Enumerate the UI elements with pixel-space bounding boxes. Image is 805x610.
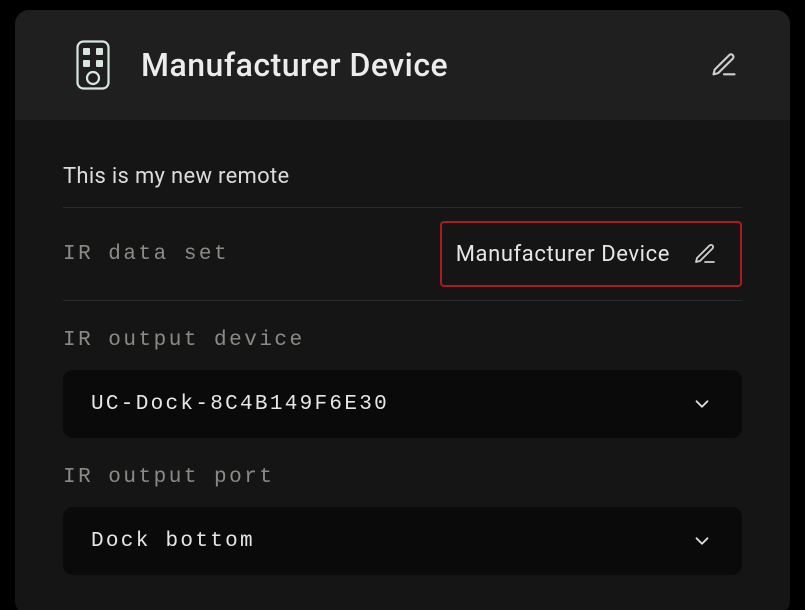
chevron-down-icon — [690, 529, 714, 553]
output-device-select[interactable]: UC-Dock-8C4B149F6E30 — [63, 370, 742, 438]
remote-device-icon — [75, 41, 111, 89]
row-ir-data-set: IR data set Manufacturer Device — [63, 208, 742, 300]
panel-header: Manufacturer Device — [15, 10, 790, 120]
device-settings-panel: Manufacturer Device This is my new remot… — [15, 10, 790, 610]
device-description: This is my new remote — [63, 150, 742, 207]
panel-title: Manufacturer Device — [111, 46, 698, 84]
panel-body: This is my new remote IR data set Manufa… — [15, 120, 790, 610]
row-output-port: IR output port Dock bottom — [63, 438, 742, 575]
output-port-label: IR output port — [63, 466, 274, 489]
output-port-select[interactable]: Dock bottom — [63, 507, 742, 575]
ir-data-set-value-box[interactable]: Manufacturer Device — [440, 221, 742, 287]
chevron-down-icon — [690, 392, 714, 416]
output-device-label: IR output device — [63, 329, 305, 352]
row-output-device: IR output device UC-Dock-8C4B149F6E30 — [63, 301, 742, 438]
output-device-selected: UC-Dock-8C4B149F6E30 — [91, 393, 389, 416]
ir-data-set-label: IR data set — [63, 243, 229, 266]
output-port-selected: Dock bottom — [91, 530, 255, 553]
edit-device-button[interactable] — [698, 39, 750, 91]
edit-data-set-button[interactable] — [684, 233, 726, 275]
ir-data-set-value: Manufacturer Device — [456, 242, 670, 267]
